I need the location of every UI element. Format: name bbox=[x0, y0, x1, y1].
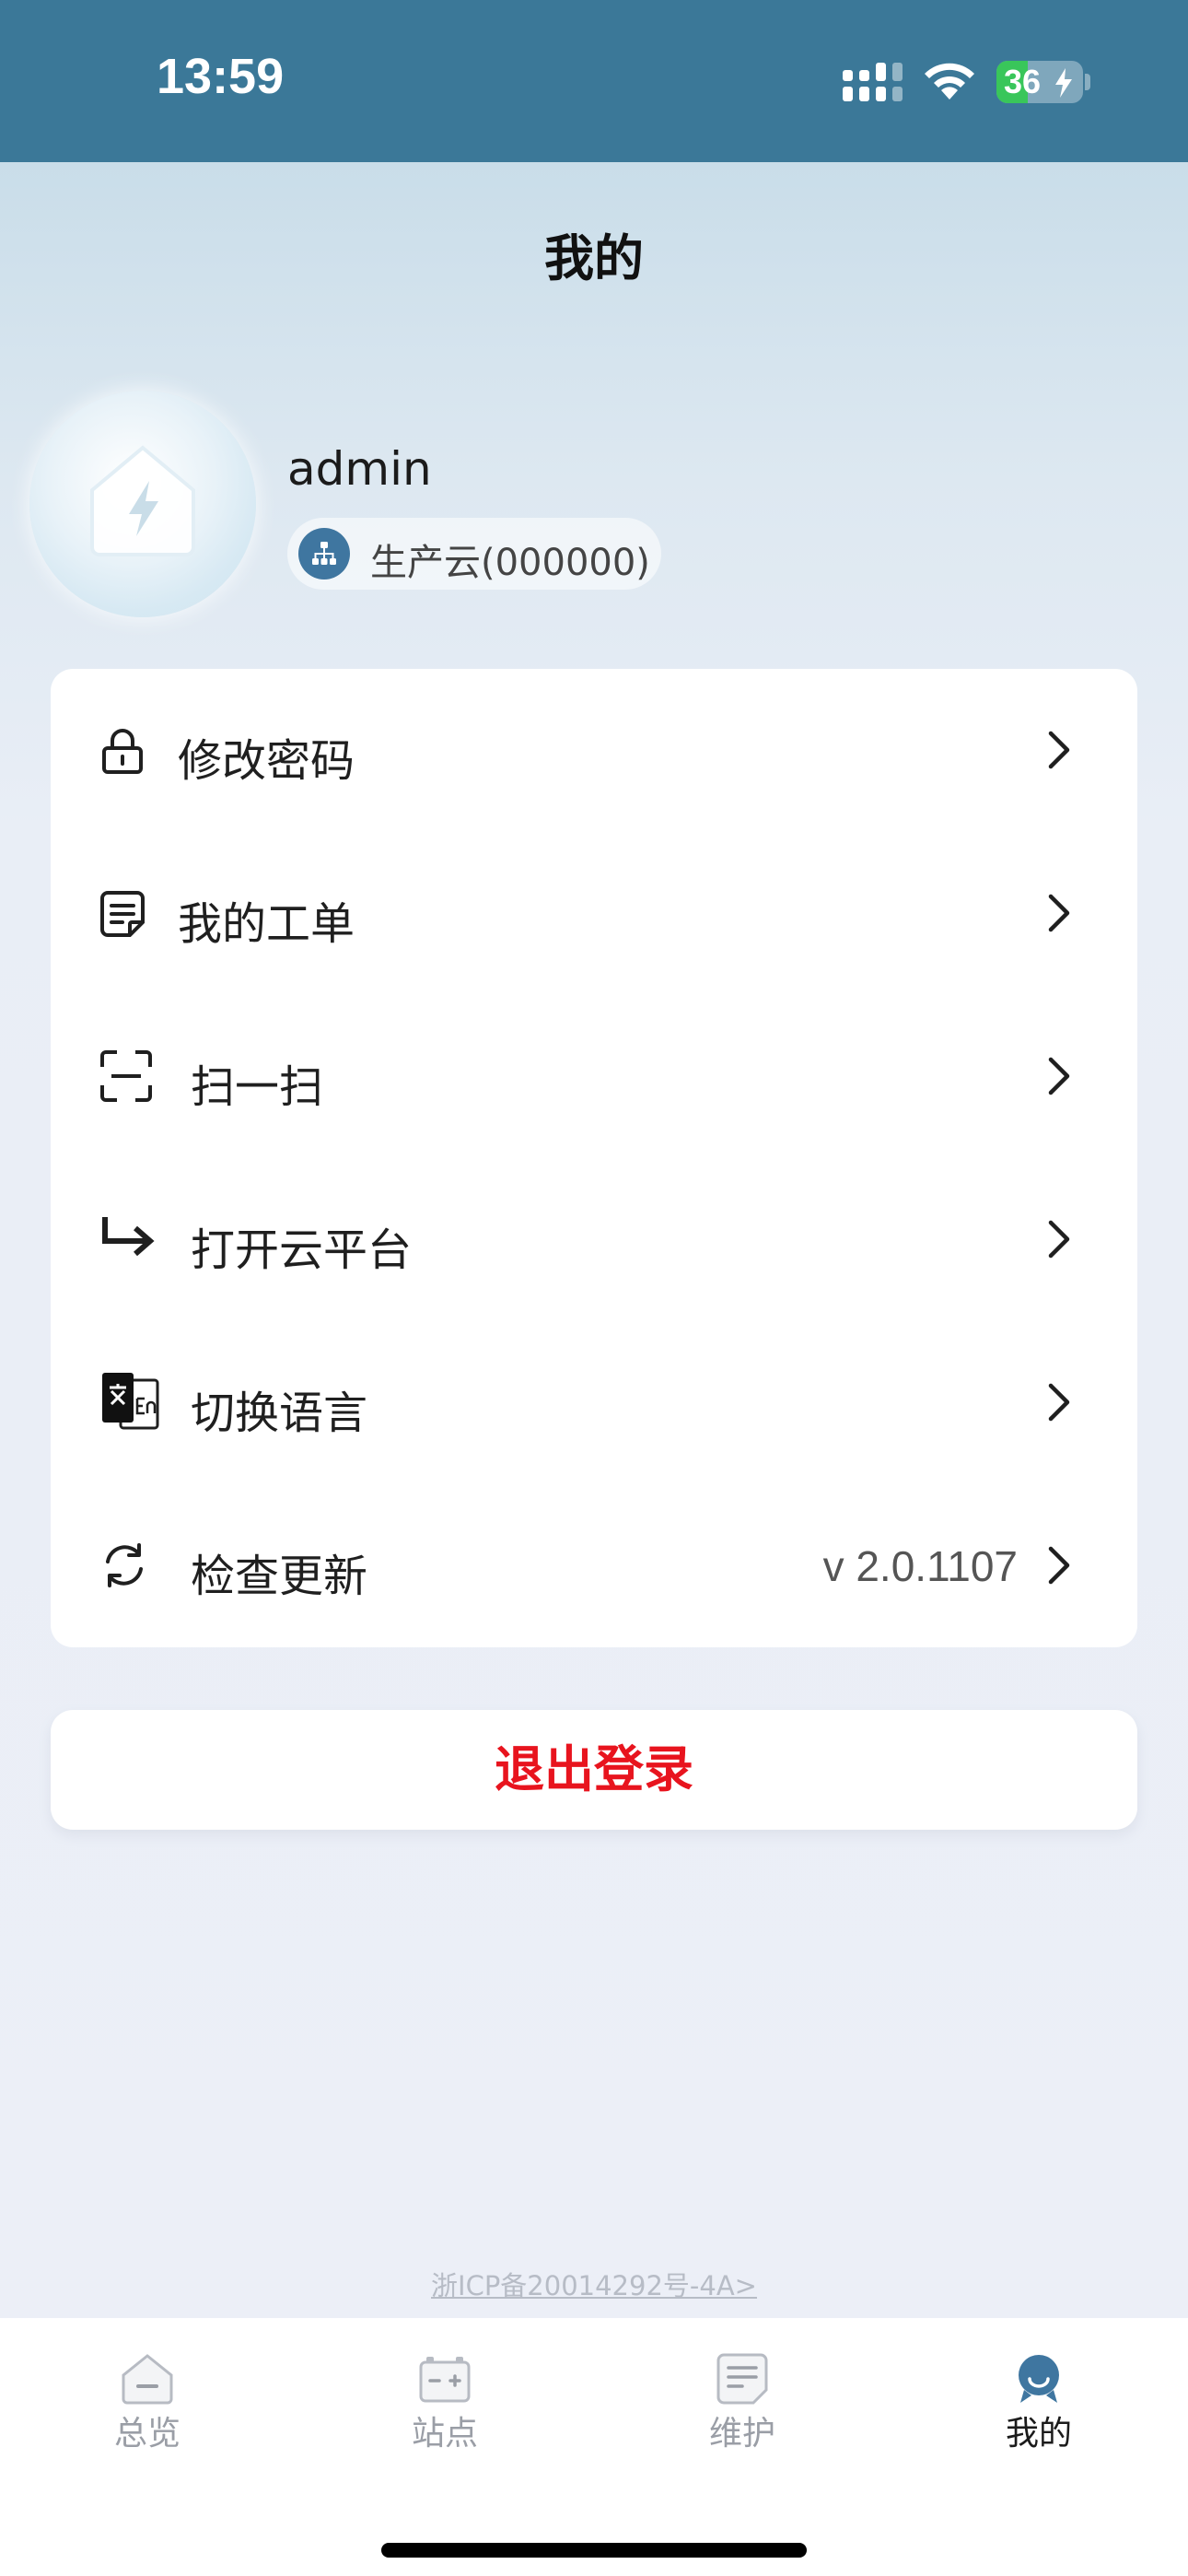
bolt-icon bbox=[1055, 68, 1072, 98]
wifi-icon bbox=[925, 63, 974, 100]
tab-label: 我的 bbox=[1005, 2415, 1072, 2453]
tab-label: 维护 bbox=[708, 2415, 775, 2453]
chevron-right-icon bbox=[1048, 1057, 1070, 1095]
menu-label: 打开云平台 bbox=[191, 1224, 413, 1276]
chevron-right-icon bbox=[1048, 731, 1070, 769]
tab-stations[interactable]: 站点 bbox=[362, 2353, 528, 2464]
tab-overview[interactable]: 总览 bbox=[64, 2353, 230, 2464]
status-bar: 13:59 36 bbox=[0, 0, 1188, 162]
user-icon bbox=[1019, 2355, 1059, 2403]
menu-item-change-password[interactable]: 修改密码 bbox=[51, 669, 1137, 832]
lock-icon bbox=[102, 729, 143, 774]
document-icon bbox=[100, 891, 145, 937]
home-icon bbox=[122, 2354, 173, 2405]
username: admin bbox=[287, 442, 432, 496]
status-time: 13:59 bbox=[157, 49, 285, 104]
settings-menu: 修改密码 我的工单 扫一扫 打开云平台 切换语言 检查更新 v 2.0.1107 bbox=[51, 669, 1137, 1647]
menu-item-open-cloud-platform[interactable]: 打开云平台 bbox=[51, 1158, 1137, 1321]
tab-label: 站点 bbox=[411, 2415, 478, 2453]
menu-item-check-update[interactable]: 检查更新 v 2.0.1107 bbox=[51, 1484, 1137, 1647]
menu-item-scan[interactable]: 扫一扫 bbox=[51, 995, 1137, 1158]
chevron-right-icon bbox=[1048, 1220, 1070, 1259]
home-indicator bbox=[381, 2543, 807, 2558]
battery-station-icon bbox=[419, 2357, 471, 2403]
menu-label: 我的工单 bbox=[178, 898, 355, 950]
organization-label: 生产云(000000) bbox=[370, 542, 650, 584]
menu-label: 修改密码 bbox=[178, 735, 355, 787]
battery-charging-icon: 36 bbox=[996, 61, 1083, 103]
battery-tip bbox=[1085, 74, 1090, 90]
page-title: 我的 bbox=[544, 229, 644, 287]
avatar[interactable] bbox=[29, 391, 256, 617]
tab-label: 总览 bbox=[113, 2415, 181, 2453]
tab-mine[interactable]: 我的 bbox=[956, 2353, 1122, 2464]
menu-label: 切换语言 bbox=[191, 1388, 368, 1439]
chevron-right-icon bbox=[1048, 1383, 1070, 1422]
home-lightning-icon bbox=[90, 445, 195, 556]
menu-label: 扫一扫 bbox=[191, 1061, 324, 1113]
icp-link[interactable]: 浙ICP备20014292号-4A> bbox=[0, 2265, 1188, 2303]
tab-bar: 总览 站点 维护 我的 bbox=[0, 2318, 1188, 2576]
battery-percent: 36 bbox=[1004, 63, 1042, 100]
chevron-right-icon bbox=[1048, 894, 1070, 932]
arrow-turn-right-icon bbox=[102, 1217, 155, 1257]
signal-icon bbox=[843, 63, 903, 101]
chevron-right-icon bbox=[1048, 1546, 1070, 1585]
organization-badge: 生产云(000000) bbox=[287, 518, 661, 590]
refresh-icon bbox=[106, 1543, 143, 1587]
translate-icon bbox=[102, 1373, 159, 1430]
org-tree-icon bbox=[298, 528, 350, 580]
menu-item-switch-language[interactable]: 切换语言 bbox=[51, 1321, 1137, 1484]
menu-label: 检查更新 bbox=[191, 1551, 368, 1602]
tab-maintenance[interactable]: 维护 bbox=[659, 2353, 825, 2464]
scan-icon bbox=[100, 1050, 152, 1102]
document-icon bbox=[716, 2353, 768, 2405]
version-text: v 2.0.1107 bbox=[822, 1542, 1018, 1590]
logout-button[interactable]: 退出登录 bbox=[51, 1710, 1137, 1830]
menu-item-my-work-orders[interactable]: 我的工单 bbox=[51, 832, 1137, 995]
